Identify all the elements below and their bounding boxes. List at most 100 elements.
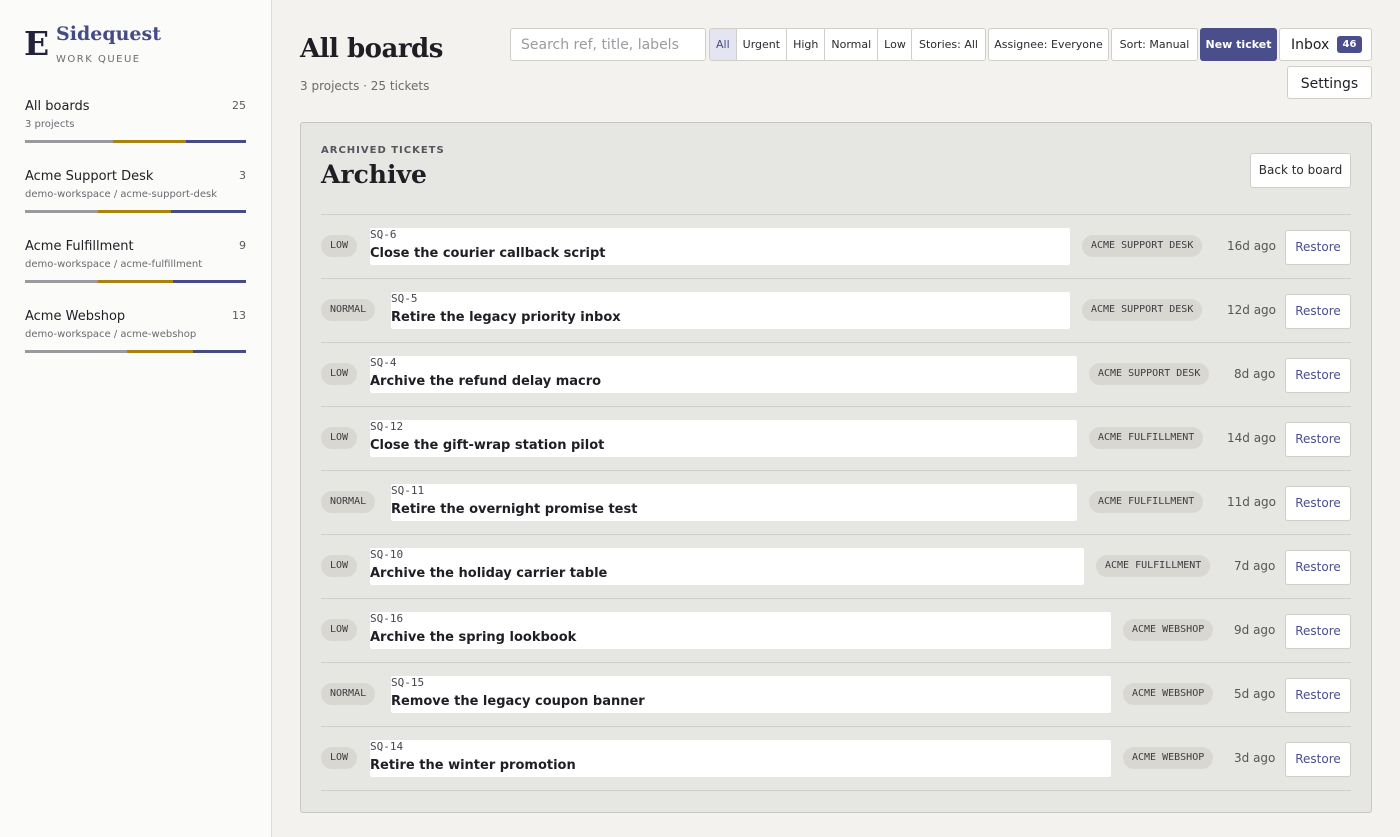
restore-button[interactable]: Restore: [1285, 614, 1351, 649]
brand-logo-icon: E: [24, 24, 50, 63]
sidebar-item-label: Acme Support Desk: [25, 169, 154, 184]
restore-button[interactable]: Restore: [1285, 678, 1351, 713]
inbox-label: Inbox: [1291, 37, 1330, 53]
sidebar-item-all-boards[interactable]: All boards 25 3 projects: [25, 98, 246, 152]
archived-age: 16d ago: [1227, 239, 1277, 253]
page-meta: 3 projects · 25 tickets: [300, 79, 430, 93]
restore-button[interactable]: Restore: [1285, 294, 1351, 329]
sidebar-item-label: Acme Webshop: [25, 309, 126, 324]
project-tag: ACME SUPPORT DESK: [1082, 235, 1203, 257]
ticket-ref: SQ-6: [370, 228, 397, 241]
progress-bar: [25, 210, 246, 213]
ticket-title: Archive the holiday carrier table: [370, 566, 608, 581]
priority-badge: LOW: [321, 427, 358, 449]
ticket-card[interactable]: SQ-11 Retire the overnight promise test: [391, 484, 1077, 521]
progress-segment-gray: [25, 140, 114, 143]
inbox-button[interactable]: Inbox 46: [1279, 28, 1372, 61]
archived-age: 9d ago: [1234, 623, 1276, 637]
ticket-card[interactable]: SQ-15 Remove the legacy coupon banner: [391, 676, 1111, 713]
brand: E Sidequest WORK QUEUE: [24, 22, 254, 72]
ticket-title: Archive the refund delay macro: [370, 374, 602, 389]
ticket-card[interactable]: SQ-6 Close the courier callback script: [370, 228, 1070, 265]
settings-button[interactable]: Settings: [1287, 66, 1372, 99]
ticket-title: Remove the legacy coupon banner: [391, 694, 645, 709]
stories-filter-button[interactable]: Stories: All: [911, 28, 986, 61]
search-input[interactable]: [510, 28, 706, 61]
ticket-ref: SQ-10: [370, 548, 404, 561]
sidebar: E Sidequest WORK QUEUE All boards 25 3 p…: [0, 0, 272, 837]
restore-button[interactable]: Restore: [1285, 486, 1351, 521]
sort-button[interactable]: Sort: Manual: [1111, 28, 1198, 61]
priority-filter-normal[interactable]: Normal: [825, 29, 879, 60]
ticket-ref: SQ-4: [370, 356, 397, 369]
new-ticket-button[interactable]: New ticket: [1200, 28, 1277, 61]
archive-row: LOW SQ-4 Archive the refund delay macro …: [321, 343, 1351, 407]
assignee-filter-button[interactable]: Assignee: Everyone: [988, 28, 1109, 61]
priority-filter-urgent[interactable]: Urgent: [737, 29, 788, 60]
sidebar-item-meta: 3 projects: [25, 119, 75, 130]
restore-button[interactable]: Restore: [1285, 550, 1351, 585]
progress-segment-navy: [173, 280, 246, 283]
brand-name[interactable]: Sidequest: [56, 22, 161, 46]
progress-segment-gold: [113, 140, 187, 143]
project-tag: ACME SUPPORT DESK: [1082, 299, 1203, 321]
ticket-ref: SQ-12: [370, 420, 404, 433]
archived-age: 7d ago: [1234, 559, 1276, 573]
ticket-ref: SQ-14: [370, 740, 404, 753]
priority-badge: LOW: [321, 235, 358, 257]
sidebar-item-acme-support-desk[interactable]: Acme Support Desk 3 demo-workspace / acm…: [25, 168, 246, 222]
restore-button[interactable]: Restore: [1285, 230, 1351, 265]
sidebar-item-acme-webshop[interactable]: Acme Webshop 13 demo-workspace / acme-we…: [25, 308, 246, 362]
restore-button[interactable]: Restore: [1285, 358, 1351, 393]
progress-segment-gray: [25, 350, 127, 353]
ticket-ref: SQ-16: [370, 612, 404, 625]
sidebar-item-acme-fulfillment[interactable]: Acme Fulfillment 9 demo-workspace / acme…: [25, 238, 246, 292]
ticket-ref: SQ-15: [391, 676, 425, 689]
archive-row: LOW SQ-6 Close the courier callback scri…: [321, 215, 1351, 279]
progress-bar: [25, 140, 246, 143]
priority-filter-low[interactable]: Low: [878, 29, 912, 60]
archived-age: 14d ago: [1227, 431, 1277, 445]
sidebar-item-count: 3: [239, 169, 246, 182]
sidebar-item-count: 25: [232, 99, 246, 112]
priority-badge: LOW: [321, 747, 358, 769]
restore-button[interactable]: Restore: [1285, 422, 1351, 457]
progress-segment-navy: [186, 140, 246, 143]
archived-age: 5d ago: [1234, 687, 1276, 701]
archived-age: 12d ago: [1227, 303, 1277, 317]
ticket-card[interactable]: SQ-5 Retire the legacy priority inbox: [391, 292, 1070, 329]
priority-filter-high[interactable]: High: [787, 29, 826, 60]
sidebar-item-label: All boards: [25, 99, 90, 114]
archive-row: NORMAL SQ-11 Retire the overnight promis…: [321, 471, 1351, 535]
sidebar-item-label: Acme Fulfillment: [25, 239, 134, 254]
back-to-board-button[interactable]: Back to board: [1250, 153, 1351, 188]
ticket-title: Close the courier callback script: [370, 246, 606, 261]
priority-badge: LOW: [321, 555, 358, 577]
ticket-card[interactable]: SQ-10 Archive the holiday carrier table: [370, 548, 1084, 585]
ticket-title: Retire the overnight promise test: [391, 502, 638, 517]
ticket-title: Retire the winter promotion: [370, 758, 576, 773]
inbox-count-badge: 46: [1337, 36, 1362, 53]
ticket-ref: SQ-5: [391, 292, 418, 305]
archive-row: LOW SQ-10 Archive the holiday carrier ta…: [321, 535, 1351, 599]
sidebar-item-meta: demo-workspace / acme-fulfillment: [25, 259, 203, 270]
archive-panel: ARCHIVED TICKETS Archive Back to board L…: [300, 122, 1372, 813]
ticket-card[interactable]: SQ-16 Archive the spring lookbook: [370, 612, 1111, 649]
priority-filter: All Urgent High Normal Low: [709, 28, 913, 61]
archive-list: LOW SQ-6 Close the courier callback scri…: [321, 214, 1351, 791]
project-tag: ACME SUPPORT DESK: [1089, 363, 1210, 385]
priority-badge: NORMAL: [321, 683, 376, 705]
priority-filter-all[interactable]: All: [710, 29, 737, 60]
archived-age: 3d ago: [1234, 751, 1276, 765]
ticket-ref: SQ-11: [391, 484, 425, 497]
ticket-card[interactable]: SQ-14 Retire the winter promotion: [370, 740, 1111, 777]
progress-bar: [25, 280, 246, 283]
ticket-title: Archive the spring lookbook: [370, 630, 577, 645]
ticket-card[interactable]: SQ-12 Close the gift-wrap station pilot: [370, 420, 1077, 457]
priority-badge: LOW: [321, 619, 358, 641]
ticket-card[interactable]: SQ-4 Archive the refund delay macro: [370, 356, 1077, 393]
progress-bar: [25, 350, 246, 353]
restore-button[interactable]: Restore: [1285, 742, 1351, 777]
project-tag: ACME FULFILLMENT: [1096, 555, 1211, 577]
archive-eyebrow: ARCHIVED TICKETS: [321, 145, 445, 156]
